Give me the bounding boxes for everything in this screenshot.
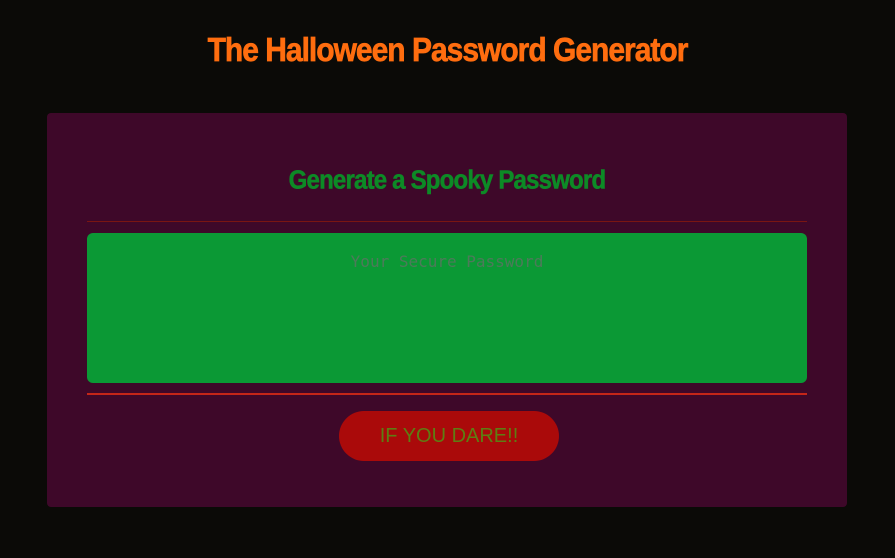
password-output-field[interactable] — [87, 233, 807, 383]
top-divider — [87, 221, 807, 222]
page-title: The Halloween Password Generator — [207, 32, 688, 69]
card-heading: Generate a Spooky Password — [288, 165, 606, 196]
generate-password-button[interactable]: IF YOU DARE!! — [339, 411, 559, 461]
password-generator-card: Generate a Spooky Password IF YOU DARE!! — [47, 113, 847, 507]
bottom-divider — [87, 393, 807, 395]
